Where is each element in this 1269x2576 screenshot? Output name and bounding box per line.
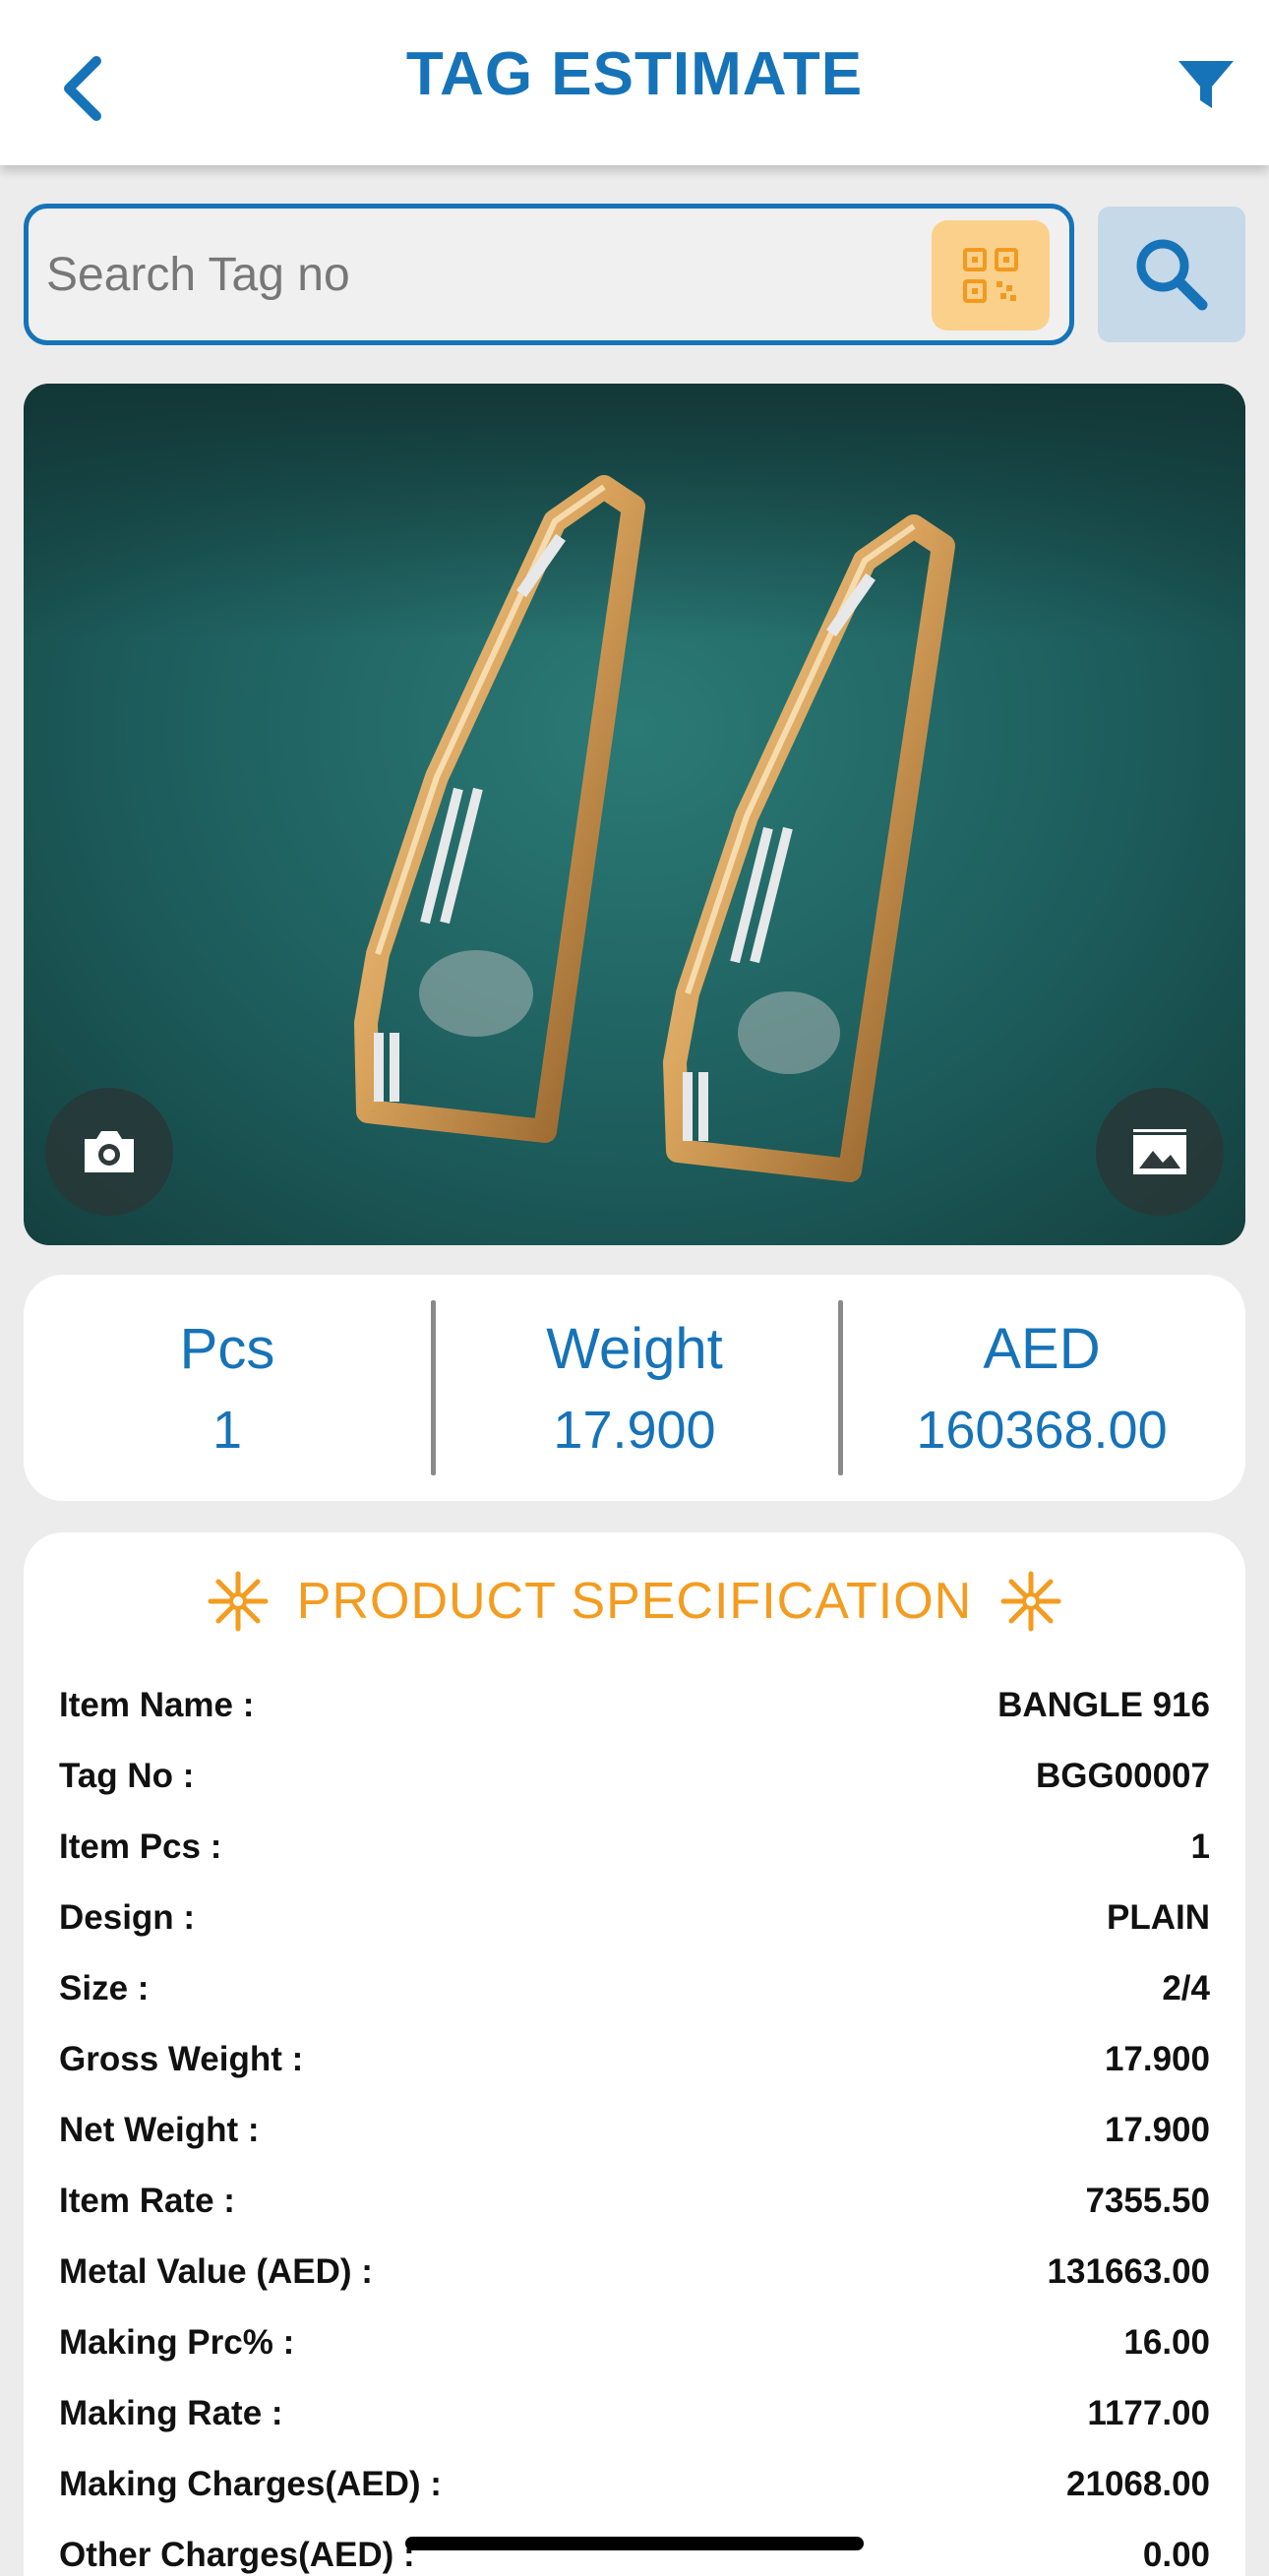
summary-card: Pcs 1 Weight 17.900 AED 160368.00	[24, 1275, 1245, 1501]
spec-value: BGG00007	[1035, 1757, 1210, 1795]
spec-label: Size :	[59, 1969, 150, 2007]
summary-value: 17.900	[553, 1400, 716, 1460]
search-icon	[1136, 239, 1208, 311]
camera-icon	[85, 1131, 134, 1172]
spec-value: 16.00	[1123, 2323, 1210, 2362]
spec-row-making-charges: Making Charges(AED) : 21068.00	[59, 2449, 1210, 2520]
summary-amount: AED 160368.00	[838, 1275, 1245, 1501]
spec-value: 0.00	[1142, 2536, 1210, 2574]
spec-row-net-weight: Net Weight : 17.900	[59, 2095, 1210, 2166]
spec-label: Making Charges(AED) :	[59, 2465, 442, 2503]
summary-label: AED	[983, 1316, 1101, 1381]
spec-row-item-rate: Item Rate : 7355.50	[59, 2166, 1210, 2237]
spec-label: Gross Weight :	[59, 2040, 304, 2078]
home-indicator	[405, 2537, 864, 2550]
summary-weight: Weight 17.900	[431, 1275, 838, 1501]
spec-label: Making Rate :	[59, 2394, 283, 2432]
app-header: TAG ESTIMATE	[0, 0, 1269, 165]
summary-value: 1	[212, 1400, 243, 1460]
spec-row-tag-no: Tag No : BGG00007	[59, 1741, 1210, 1812]
spec-label: Item Pcs :	[59, 1827, 222, 1866]
spec-row-item-pcs: Item Pcs : 1	[59, 1812, 1210, 1883]
spec-row-item-name: Item Name : BANGLE 916	[59, 1670, 1210, 1741]
spec-value: 131663.00	[1047, 2252, 1210, 2291]
spec-label: Net Weight :	[59, 2111, 260, 2149]
spec-value: 17.900	[1104, 2040, 1210, 2078]
summary-pcs: Pcs 1	[24, 1275, 431, 1501]
search-button[interactable]	[1098, 207, 1245, 342]
qr-code-icon	[963, 248, 1018, 303]
product-specification-card: PRODUCT SPECIFICATION Item Name : BANGLE …	[24, 1532, 1245, 2576]
product-image	[24, 384, 1245, 1245]
spec-row-size: Size : 2/4	[59, 1953, 1210, 2024]
page-title: TAG ESTIMATE	[405, 40, 864, 108]
spec-row-making-rate: Making Rate : 1177.00	[59, 2378, 1210, 2449]
image-icon	[1133, 1129, 1186, 1174]
summary-label: Pcs	[179, 1316, 275, 1381]
spec-value: BANGLE 916	[997, 1686, 1210, 1724]
spec-row-gross-weight: Gross Weight : 17.900	[59, 2024, 1210, 2095]
spec-value: PLAIN	[1107, 1898, 1210, 1937]
spec-header: PRODUCT SPECIFICATION	[24, 1562, 1245, 1641]
spec-label: Design :	[59, 1898, 196, 1937]
spec-label: Item Name :	[59, 1686, 255, 1724]
camera-button[interactable]	[45, 1088, 173, 1216]
spec-value: 7355.50	[1085, 2182, 1210, 2220]
spec-row-design: Design : PLAIN	[59, 1883, 1210, 1953]
spec-list: Item Name : BANGLE 916 Tag No : BGG00007 I…	[59, 1670, 1210, 2576]
summary-value: 160368.00	[916, 1400, 1168, 1460]
spec-row-metal-value: Metal Value (AED) : 131663.00	[59, 2237, 1210, 2307]
spec-label: Other Charges(AED) :	[59, 2536, 415, 2574]
spec-label: Metal Value (AED) :	[59, 2252, 373, 2291]
spec-label: Item Rate :	[59, 2182, 235, 2220]
spec-row-making-prc: Making Prc% : 16.00	[59, 2307, 1210, 2378]
spec-title: PRODUCT SPECIFICATION	[296, 1573, 973, 1630]
summary-label: Weight	[546, 1316, 723, 1381]
search-input[interactable]	[46, 209, 912, 340]
spec-label: Making Prc% :	[59, 2323, 295, 2362]
snowflake-icon	[208, 1571, 269, 1632]
filter-icon	[1178, 61, 1234, 108]
gallery-button[interactable]	[1096, 1088, 1224, 1216]
spec-value: 17.900	[1104, 2111, 1210, 2149]
spec-value: 2/4	[1162, 1969, 1210, 2007]
bangles-illustration	[354, 475, 955, 1182]
spec-value: 1177.00	[1087, 2394, 1210, 2432]
search-box	[24, 204, 1074, 345]
spec-value: 21068.00	[1066, 2465, 1210, 2503]
qr-scan-button[interactable]	[932, 220, 1050, 330]
spec-value: 1	[1190, 1827, 1210, 1866]
snowflake-icon	[1000, 1571, 1061, 1632]
filter-button[interactable]	[1171, 47, 1241, 118]
spec-label: Tag No :	[59, 1757, 195, 1795]
